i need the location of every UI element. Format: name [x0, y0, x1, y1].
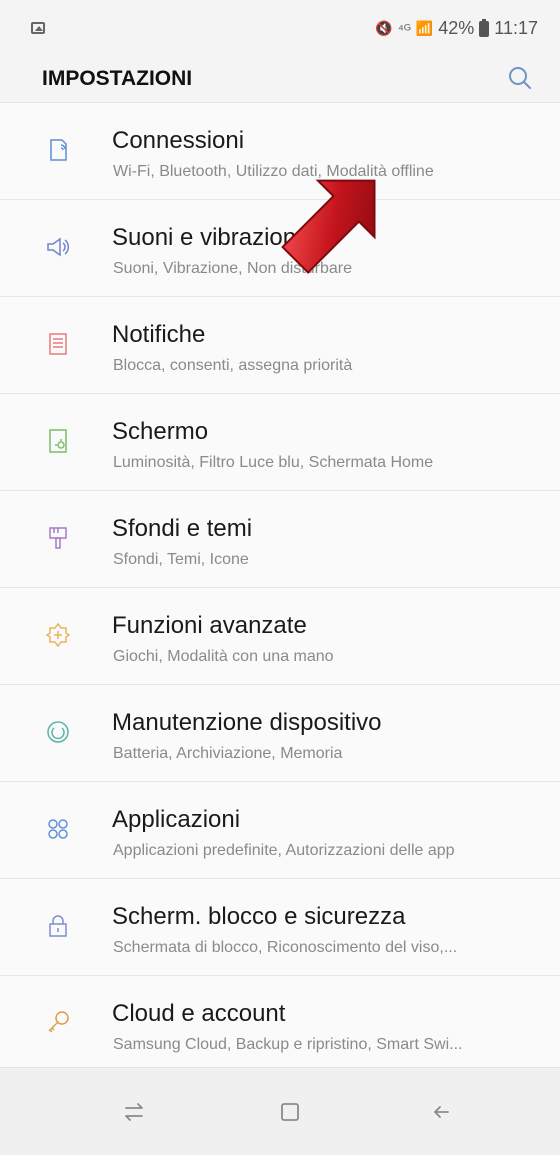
image-notification-icon	[31, 22, 45, 34]
item-subtitle: Wi-Fi, Bluetooth, Utilizzo dati, Modalit…	[113, 163, 434, 180]
signal-icon: 📶	[415, 20, 434, 36]
home-icon[interactable]	[274, 1096, 306, 1128]
signal-label: ⁴ᴳ	[397, 20, 411, 37]
battery-percentage: 42%	[438, 18, 475, 38]
connections-icon	[50, 139, 67, 161]
search-icon[interactable]	[506, 64, 534, 92]
status-time: 11:17	[494, 18, 538, 38]
settings-item-sfondi[interactable]: Sfondi e temi Sfondi, Temi, Icone	[0, 490, 560, 587]
status-icons: 🔇 ⁴ᴳ 📶 42% 11:17	[375, 18, 538, 39]
lock-icon	[49, 915, 67, 937]
item-subtitle: Suoni, Vibrazione, Non disturbare	[113, 260, 352, 277]
speaker-icon	[47, 237, 70, 257]
item-title: Suoni e vibrazione	[112, 224, 310, 251]
item-title: Sfondi e temi	[112, 515, 253, 542]
item-subtitle: Blocca, consenti, assegna priorità	[113, 357, 353, 374]
mute-icon: 🔇	[375, 20, 393, 36]
settings-item-manutenzione[interactable]: Manutenzione dispositivo Batteria, Archi…	[0, 684, 560, 781]
settings-item-applicazioni[interactable]: Applicazioni Applicazioni predefinite, A…	[0, 781, 560, 878]
item-subtitle: Sfondi, Temi, Icone	[113, 551, 249, 568]
settings-item-funzioni-avanzate[interactable]: Funzioni avanzate Giochi, Modalità con u…	[0, 587, 560, 684]
settings-item-cloud-account[interactable]: Cloud e account Samsung Cloud, Backup e …	[0, 975, 560, 1072]
item-title: Notifiche	[112, 321, 206, 348]
item-title: Cloud e account	[112, 1000, 286, 1027]
settings-list: Connessioni Wi-Fi, Bluetooth, Utilizzo d…	[0, 102, 560, 1072]
page-title: IMPOSTAZIONI	[42, 67, 193, 90]
item-subtitle: Samsung Cloud, Backup e ripristino, Smar…	[113, 1036, 463, 1053]
apps-icon	[48, 819, 68, 839]
display-icon	[49, 429, 67, 453]
item-title: Applicazioni	[112, 806, 241, 833]
item-title: Scherm. blocco e sicurezza	[112, 903, 406, 930]
back-icon[interactable]	[426, 1096, 458, 1128]
navigation-bar	[0, 1067, 560, 1155]
item-subtitle: Schermata di blocco, Riconoscimento del …	[113, 939, 458, 956]
notifications-icon	[49, 333, 67, 355]
battery-icon	[479, 18, 490, 37]
settings-item-suoni[interactable]: Suoni e vibrazione Suoni, Vibrazione, No…	[0, 199, 560, 296]
settings-item-blocco-sicurezza[interactable]: Scherm. blocco e sicurezza Schermata di …	[0, 878, 560, 975]
item-title: Funzioni avanzate	[112, 612, 307, 639]
settings-item-connessioni[interactable]: Connessioni Wi-Fi, Bluetooth, Utilizzo d…	[0, 102, 560, 199]
item-subtitle: Batteria, Archiviazione, Memoria	[113, 745, 343, 762]
recent-apps-icon[interactable]	[118, 1096, 150, 1128]
item-subtitle: Applicazioni predefinite, Autorizzazioni…	[113, 842, 455, 859]
item-title: Manutenzione dispositivo	[112, 709, 382, 736]
item-title: Connessioni	[112, 127, 245, 154]
key-icon	[48, 1011, 69, 1033]
settings-item-notifiche[interactable]: Notifiche Blocca, consenti, assegna prio…	[0, 296, 560, 393]
settings-header: IMPOSTAZIONI	[0, 58, 560, 102]
item-subtitle: Giochi, Modalità con una mano	[113, 648, 334, 665]
paintbrush-icon	[49, 527, 67, 549]
item-subtitle: Luminosità, Filtro Luce blu, Schermata H…	[113, 454, 434, 471]
item-title: Schermo	[112, 418, 209, 445]
device-maintenance-icon	[47, 721, 69, 743]
status-bar: 🔇 ⁴ᴳ 📶 42% 11:17	[0, 0, 560, 58]
settings-item-schermo[interactable]: Schermo Luminosità, Filtro Luce blu, Sch…	[0, 393, 560, 490]
advanced-features-icon	[45, 622, 71, 648]
